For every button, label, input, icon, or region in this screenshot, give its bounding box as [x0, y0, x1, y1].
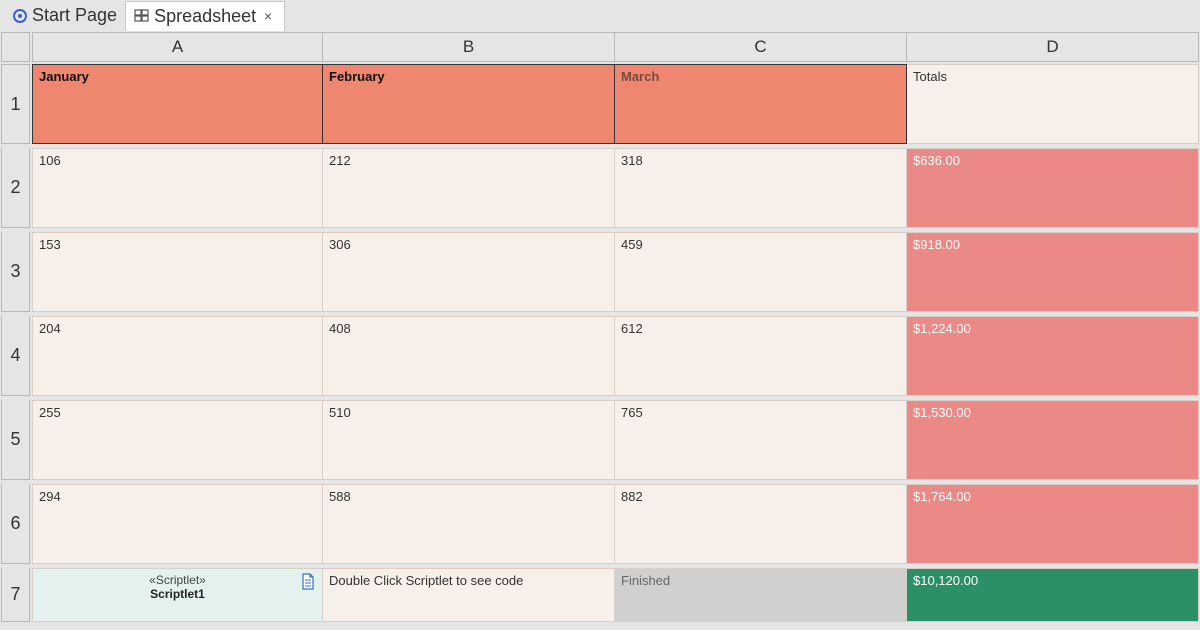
select-all-corner[interactable] — [1, 32, 30, 62]
cell-C2[interactable]: 318 — [615, 148, 907, 228]
table-row: 255 510 765 $1,530.00 — [32, 400, 1199, 480]
tab-label: Start Page — [32, 5, 117, 26]
close-icon[interactable]: × — [260, 8, 276, 24]
cell-D7[interactable]: $10,120.00 — [907, 568, 1199, 622]
row-header-5[interactable]: 5 — [1, 400, 30, 480]
cell-C3[interactable]: 459 — [615, 232, 907, 312]
row-headers: 1 2 3 4 5 6 7 — [1, 64, 30, 622]
spreadsheet-grid: A B C D 1 2 3 4 5 6 7 January February M… — [0, 31, 1200, 630]
cell-C7[interactable]: Finished — [615, 568, 907, 622]
tab-label: Spreadsheet — [154, 6, 256, 27]
table-row: 153 306 459 $918.00 — [32, 232, 1199, 312]
cell-C4[interactable]: 612 — [615, 316, 907, 396]
cell-B1[interactable]: February — [323, 64, 615, 144]
row-header-4[interactable]: 4 — [1, 316, 30, 396]
row-header-6[interactable]: 6 — [1, 484, 30, 564]
cell-A2[interactable]: 106 — [32, 148, 323, 228]
cell-B4[interactable]: 408 — [323, 316, 615, 396]
cell-A3[interactable]: 153 — [32, 232, 323, 312]
scriptlet-stereotype: «Scriptlet» — [149, 573, 206, 587]
table-row: 294 588 882 $1,764.00 — [32, 484, 1199, 564]
cell-C6[interactable]: 882 — [615, 484, 907, 564]
cell-A6[interactable]: 294 — [32, 484, 323, 564]
cell-B2[interactable]: 212 — [323, 148, 615, 228]
table-row: 204 408 612 $1,224.00 — [32, 316, 1199, 396]
row-header-2[interactable]: 2 — [1, 148, 30, 228]
table-row: 106 212 318 $636.00 — [32, 148, 1199, 228]
tab-start-page[interactable]: Start Page — [4, 1, 125, 31]
cell-D4[interactable]: $1,224.00 — [907, 316, 1199, 396]
tab-spreadsheet[interactable]: Spreadsheet × — [125, 1, 285, 31]
col-header-D[interactable]: D — [907, 32, 1199, 62]
row-header-1[interactable]: 1 — [1, 64, 30, 144]
spreadsheet-icon — [134, 8, 150, 24]
cell-B5[interactable]: 510 — [323, 400, 615, 480]
cell-D3[interactable]: $918.00 — [907, 232, 1199, 312]
cell-D5[interactable]: $1,530.00 — [907, 400, 1199, 480]
cells-container: January February March Totals 106 212 31… — [32, 64, 1199, 622]
cell-B6[interactable]: 588 — [323, 484, 615, 564]
scriptlet-name: Scriptlet1 — [150, 587, 205, 601]
col-header-A[interactable]: A — [32, 32, 323, 62]
cell-C5[interactable]: 765 — [615, 400, 907, 480]
cell-B3[interactable]: 306 — [323, 232, 615, 312]
cell-D1[interactable]: Totals — [907, 64, 1199, 144]
column-headers: A B C D — [32, 32, 1199, 62]
row-header-3[interactable]: 3 — [1, 232, 30, 312]
cell-A4[interactable]: 204 — [32, 316, 323, 396]
cell-D6[interactable]: $1,764.00 — [907, 484, 1199, 564]
row-header-7[interactable]: 7 — [1, 568, 30, 622]
cell-A5[interactable]: 255 — [32, 400, 323, 480]
col-header-B[interactable]: B — [323, 32, 615, 62]
cell-C1[interactable]: March — [615, 64, 907, 144]
document-icon — [300, 573, 316, 594]
table-row: January February March Totals — [32, 64, 1199, 144]
tab-strip: Start Page Spreadsheet × — [0, 0, 1200, 31]
cell-D2[interactable]: $636.00 — [907, 148, 1199, 228]
cell-A1[interactable]: January — [32, 64, 323, 144]
app-icon — [12, 8, 28, 24]
col-header-C[interactable]: C — [615, 32, 907, 62]
cell-B7[interactable]: Double Click Scriptlet to see code — [323, 568, 615, 622]
cell-A7-scriptlet[interactable]: «Scriptlet» Scriptlet1 — [32, 568, 323, 622]
table-row: «Scriptlet» Scriptlet1 Double Click Scri… — [32, 568, 1199, 622]
